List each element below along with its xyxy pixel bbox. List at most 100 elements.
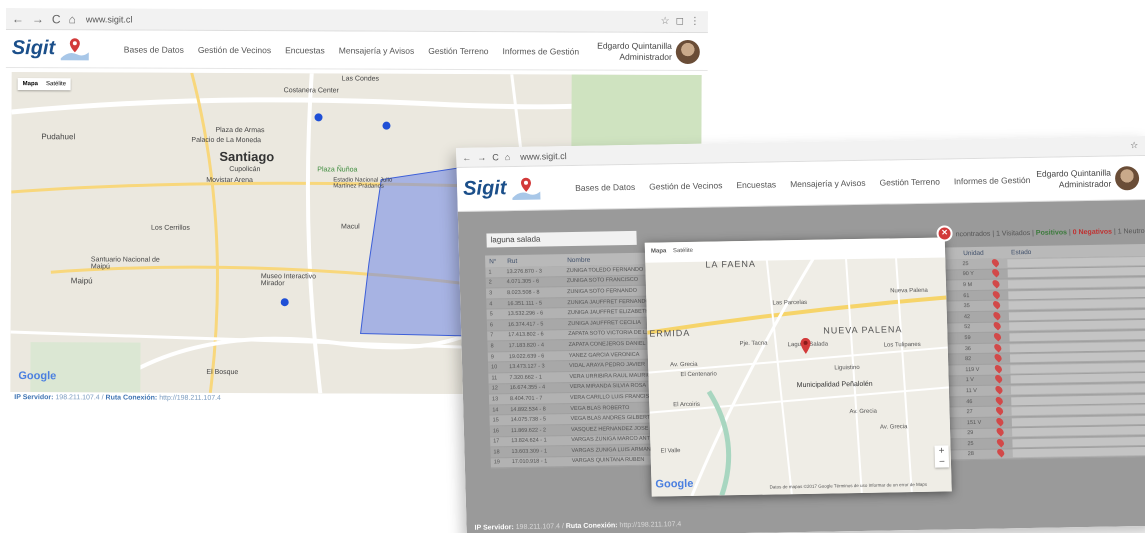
- map-type-map[interactable]: Mapa: [23, 81, 38, 87]
- status-select[interactable]: [1011, 394, 1145, 405]
- status-select[interactable]: [1009, 352, 1145, 363]
- map-pin-icon[interactable]: [990, 279, 1008, 289]
- menu-encuestas[interactable]: Encuestas: [285, 45, 325, 55]
- map-pin-icon[interactable]: [992, 342, 1010, 353]
- status-select[interactable]: [1010, 362, 1145, 374]
- menu-bases-datos[interactable]: Bases de Datos: [124, 44, 184, 54]
- status-select[interactable]: [1008, 309, 1145, 321]
- close-modal-button[interactable]: ×: [936, 225, 953, 242]
- map-pin-logo-icon: [512, 177, 541, 200]
- menu-mensajeria[interactable]: Mensajería y Avisos: [790, 177, 866, 188]
- status-select[interactable]: [1008, 299, 1145, 310]
- menu-gestion-vecinos[interactable]: Gestión de Vecinos: [649, 180, 723, 191]
- map-pin-icon[interactable]: [994, 427, 1012, 438]
- star-icon[interactable]: ☆: [661, 16, 670, 27]
- map-pin-icon[interactable]: [990, 268, 1008, 279]
- status-select[interactable]: [1009, 341, 1145, 352]
- location-pin-icon[interactable]: [799, 337, 811, 354]
- google-logo[interactable]: Google: [18, 370, 56, 382]
- sigit-logo[interactable]: Sigit: [463, 175, 564, 203]
- map-pin-icon[interactable]: [991, 321, 1009, 332]
- column-header[interactable]: N°: [485, 258, 503, 265]
- menu-gestion-vecinos[interactable]: Gestión de Vecinos: [198, 44, 271, 54]
- map-pin-icon[interactable]: [994, 417, 1012, 427]
- column-header[interactable]: Rut: [503, 257, 563, 265]
- map-pin-icon[interactable]: [992, 353, 1010, 363]
- extension-icon[interactable]: ◻: [676, 16, 684, 27]
- status-select[interactable]: [1010, 383, 1145, 395]
- status-select[interactable]: [1007, 277, 1145, 289]
- map-pin-icon[interactable]: [991, 332, 1009, 342]
- column-header[interactable]: Estado: [1007, 246, 1145, 255]
- table-cell: 1: [488, 269, 492, 276]
- map-pin-icon[interactable]: [993, 406, 1011, 416]
- star-icon[interactable]: ☆: [1130, 140, 1138, 151]
- menu-encuestas[interactable]: Encuestas: [736, 179, 776, 190]
- reload-icon[interactable]: C: [492, 152, 499, 162]
- status-select[interactable]: [1007, 256, 1145, 268]
- user-menu[interactable]: Edgardo Quintanilla Administrador: [1036, 167, 1111, 190]
- address-bar[interactable]: www.sigit.cl: [86, 14, 133, 24]
- map-pin-icon[interactable]: [992, 364, 1010, 374]
- browser-window-table: ← → C ⌂ www.sigit.cl ☆ Sigit Bases de Da…: [456, 135, 1145, 533]
- status-select[interactable]: [1009, 320, 1145, 331]
- map-pin-icon[interactable]: [989, 258, 1007, 268]
- reload-icon[interactable]: C: [52, 12, 61, 26]
- map-pin-icon[interactable]: [993, 385, 1011, 395]
- avatar[interactable]: [675, 39, 700, 64]
- map-pin-icon[interactable]: [990, 300, 1008, 311]
- table-cell: 18: [493, 449, 500, 456]
- status-select[interactable]: [1012, 436, 1145, 448]
- menu-bases-datos[interactable]: Bases de Datos: [575, 181, 635, 192]
- map-type-map[interactable]: Mapa: [651, 248, 667, 254]
- map-pin-icon[interactable]: [991, 311, 1009, 321]
- menu-gestion-terreno[interactable]: Gestión Terreno: [879, 176, 940, 187]
- table-cell: 16.351.111 - 5: [507, 300, 543, 307]
- modal-map[interactable]: Mapa Satélite LA FAENA ERMIDA NUEVA PALE…: [644, 237, 952, 497]
- back-icon[interactable]: ←: [462, 152, 471, 162]
- status-select[interactable]: [1011, 415, 1145, 427]
- map-pin-icon[interactable]: [994, 438, 1012, 448]
- table-cell: 7.320.662 - 1: [509, 374, 542, 381]
- status-select[interactable]: [1012, 447, 1145, 458]
- sigit-logo[interactable]: Sigit: [12, 36, 112, 62]
- map-pin-icon[interactable]: [990, 289, 1008, 300]
- search-input[interactable]: laguna salada: [486, 230, 637, 248]
- avatar[interactable]: [1114, 165, 1140, 190]
- map-pin-icon[interactable]: [995, 448, 1013, 459]
- status-select[interactable]: [1011, 404, 1145, 416]
- back-icon[interactable]: ←: [12, 12, 24, 26]
- forward-icon[interactable]: →: [477, 152, 486, 162]
- home-icon[interactable]: ⌂: [505, 152, 511, 162]
- map-pin-icon[interactable]: [993, 374, 1011, 385]
- table-cell: 151 V: [966, 419, 982, 426]
- map-type-satellite[interactable]: Satélite: [673, 248, 693, 254]
- map-type-satellite[interactable]: Satélite: [46, 81, 66, 87]
- menu-informes[interactable]: Informes de Gestión: [954, 174, 1031, 185]
- user-menu[interactable]: Edgardo Quintanilla Administrador: [597, 40, 672, 62]
- map-pin-icon[interactable]: [993, 395, 1011, 406]
- table-cell: 8.404.701 - 7: [509, 395, 543, 403]
- map-label: Av. Grecia: [849, 408, 878, 416]
- location-pin-icon: [991, 289, 1002, 300]
- location-pin-icon: [995, 438, 1006, 448]
- home-icon[interactable]: ⌂: [69, 12, 76, 26]
- google-logo[interactable]: Google: [655, 478, 693, 491]
- menu-icon[interactable]: ⋮: [690, 16, 700, 27]
- status-select[interactable]: [1012, 426, 1145, 437]
- menu-mensajeria[interactable]: Mensajería y Avisos: [339, 45, 414, 55]
- map-label: Liguistino: [834, 364, 860, 372]
- menu-gestion-terreno[interactable]: Gestión Terreno: [428, 45, 488, 55]
- map-label: El Valle: [660, 448, 681, 455]
- status-select[interactable]: [1008, 288, 1145, 299]
- address-bar[interactable]: www.sigit.cl: [520, 151, 567, 162]
- zoom-in-button[interactable]: +: [934, 445, 948, 457]
- status-select[interactable]: [1009, 330, 1145, 342]
- zoom-out-button[interactable]: −: [935, 456, 949, 468]
- forward-icon[interactable]: →: [32, 12, 44, 26]
- status-select[interactable]: [1010, 373, 1145, 384]
- status-select[interactable]: [1007, 267, 1145, 278]
- menu-informes[interactable]: Informes de Gestión: [503, 46, 580, 56]
- column-header[interactable]: Unidad: [959, 249, 989, 257]
- map-type-toggle[interactable]: Mapa Satélite: [17, 78, 72, 91]
